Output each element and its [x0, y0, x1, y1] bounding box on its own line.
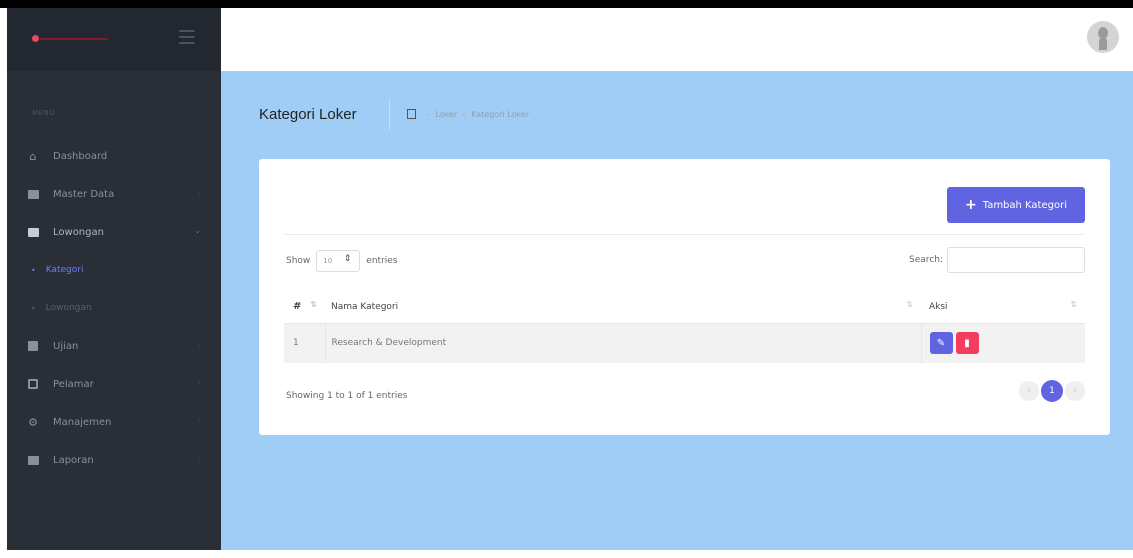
applicant-icon: [27, 378, 39, 390]
hamburger-line: [179, 36, 195, 38]
cell-actions: ✎ ▮: [920, 322, 1086, 363]
chevron-right-icon: ›: [197, 454, 201, 463]
entries-length-value: 10: [323, 257, 333, 265]
app-logo[interactable]: [32, 35, 110, 42]
app-frame: MENU ⌂ Dashboard Master Data › Lowongan …: [0, 8, 1133, 558]
row-actions: ✎ ▮: [929, 332, 1086, 355]
chevron-right-icon: ›: [197, 416, 201, 425]
breadcrumb-item-kategori-loker[interactable]: Kategori Loker: [471, 110, 529, 119]
main-content: Kategori Loker - Loker - Kategori Loker …: [221, 71, 1133, 550]
sidebar-item-ujian[interactable]: Ujian ›: [7, 327, 221, 365]
logo-dot: [32, 35, 39, 42]
breadcrumb: - Loker - Kategori Loker: [427, 110, 532, 119]
column-header-label: Aksi: [929, 301, 948, 312]
sidebar-subitem-label: Lowongan: [45, 303, 92, 313]
plus-icon: +: [965, 197, 977, 213]
search-label: Search:: [909, 255, 943, 265]
edit-button[interactable]: ✎: [929, 332, 953, 355]
breadcrumb-separator: -: [462, 110, 466, 119]
sidebar-item-laporan[interactable]: Laporan ›: [7, 441, 221, 479]
sidebar-nav: ⌂ Dashboard Master Data › Lowongan ⌄ • K…: [7, 137, 221, 479]
sidebar-item-manajemen[interactable]: ⚙ Manajemen ›: [7, 403, 221, 441]
column-header-actions[interactable]: Aksi ⇅: [921, 291, 1085, 323]
folder-icon: [27, 454, 39, 466]
hamburger-line: [179, 30, 195, 32]
bullet-icon: •: [31, 303, 36, 313]
sidebar-item-pelamar[interactable]: Pelamar ›: [7, 365, 221, 403]
sidebar-item-label: Master Data: [53, 188, 115, 200]
breadcrumb-item-loker[interactable]: Loker: [435, 110, 457, 119]
sidebar-item-label: Lowongan: [53, 226, 104, 238]
show-label: Show: [286, 256, 311, 266]
trash-icon: ▮: [964, 337, 970, 349]
card-divider: [284, 234, 1085, 235]
title-divider: [389, 98, 390, 130]
sort-icon: ⇅: [906, 300, 913, 309]
table-length-control: Show 10 ⇕ entries: [286, 250, 398, 272]
pagination-page-button[interactable]: 1: [1041, 380, 1063, 402]
gear-icon: ⚙: [28, 415, 38, 429]
content-card: + Tambah Kategori Show 10 ⇕ entries Sear…: [259, 159, 1110, 435]
pagination-next-button[interactable]: ›: [1065, 381, 1085, 401]
menu-section-label: MENU: [32, 109, 55, 117]
category-table: # ⇅ Nama Kategori ⇅ Aksi ⇅ 1 Research & …: [284, 291, 1085, 363]
table-info: Showing 1 to 1 of 1 entries: [286, 391, 408, 401]
sidebar-item-label: Pelamar: [53, 378, 94, 390]
sidebar-item-dashboard[interactable]: ⌂ Dashboard: [7, 137, 221, 175]
select-arrows-icon: ⇕: [343, 254, 352, 264]
chevron-down-icon: ⌄: [194, 226, 201, 235]
sidebar-subitem-kategori[interactable]: • Kategori: [7, 251, 221, 289]
chevron-right-icon: ›: [197, 340, 201, 349]
chevron-right-icon: ›: [1073, 386, 1077, 396]
add-category-button[interactable]: + Tambah Kategori: [947, 187, 1085, 223]
table-search: Search:: [909, 247, 1085, 273]
delete-button[interactable]: ▮: [955, 332, 979, 355]
entries-length-select[interactable]: 10 ⇕: [316, 250, 361, 272]
logo-bar: [40, 38, 108, 40]
sidebar-item-master-data[interactable]: Master Data ›: [7, 175, 221, 213]
sort-icon: ⇅: [1070, 300, 1077, 309]
top-header: [221, 8, 1133, 71]
folder-icon: [27, 188, 39, 200]
dashboard-icon: ⌂: [29, 149, 37, 163]
sidebar-header: [7, 8, 221, 71]
sidebar-item-lowongan[interactable]: Lowongan ⌄: [7, 213, 221, 251]
briefcase-icon: [27, 226, 39, 238]
column-header-label: Nama Kategori: [331, 301, 399, 312]
pagination-previous-button[interactable]: ‹: [1019, 381, 1039, 401]
page-title: Kategori Loker: [259, 106, 357, 123]
cell-number: 1: [284, 322, 325, 363]
sidebar: MENU ⌂ Dashboard Master Data › Lowongan …: [7, 8, 221, 550]
breadcrumb-separator: -: [427, 110, 430, 119]
sidebar-item-label: Laporan: [53, 454, 94, 466]
table-header-row: # ⇅ Nama Kategori ⇅ Aksi ⇅: [284, 291, 1085, 323]
sidebar-subitem-label: Kategori: [45, 265, 84, 275]
column-header-label: #: [293, 301, 302, 313]
exam-icon: [27, 340, 39, 352]
user-avatar[interactable]: [1087, 21, 1119, 53]
sidebar-item-label: Dashboard: [53, 150, 108, 162]
cell-category-name: Research & Development: [324, 322, 921, 363]
home-icon[interactable]: [407, 109, 416, 119]
add-category-label: Tambah Kategori: [982, 199, 1067, 211]
chevron-right-icon: ›: [197, 188, 201, 197]
bullet-icon: •: [31, 265, 36, 275]
entries-label: entries: [366, 256, 398, 266]
column-header-name[interactable]: Nama Kategori ⇅: [325, 291, 921, 323]
edit-icon: ✎: [936, 337, 946, 349]
pagination: ‹ 1 ›: [1019, 380, 1085, 402]
chevron-left-icon: ‹: [1027, 386, 1031, 396]
search-input[interactable]: [947, 247, 1085, 273]
column-header-number[interactable]: # ⇅: [284, 291, 325, 323]
table-row: 1 Research & Development ✎ ▮: [284, 322, 1086, 363]
chevron-right-icon: ›: [197, 378, 201, 387]
sidebar-item-label: Manajemen: [53, 416, 112, 428]
hamburger-menu-icon[interactable]: [179, 30, 195, 44]
sidebar-subitem-lowongan[interactable]: • Lowongan: [7, 289, 221, 327]
sidebar-item-label: Ujian: [53, 340, 79, 352]
avatar-body: [1099, 38, 1107, 50]
sort-icon: ⇅: [310, 300, 317, 309]
hamburger-line: [179, 42, 195, 44]
